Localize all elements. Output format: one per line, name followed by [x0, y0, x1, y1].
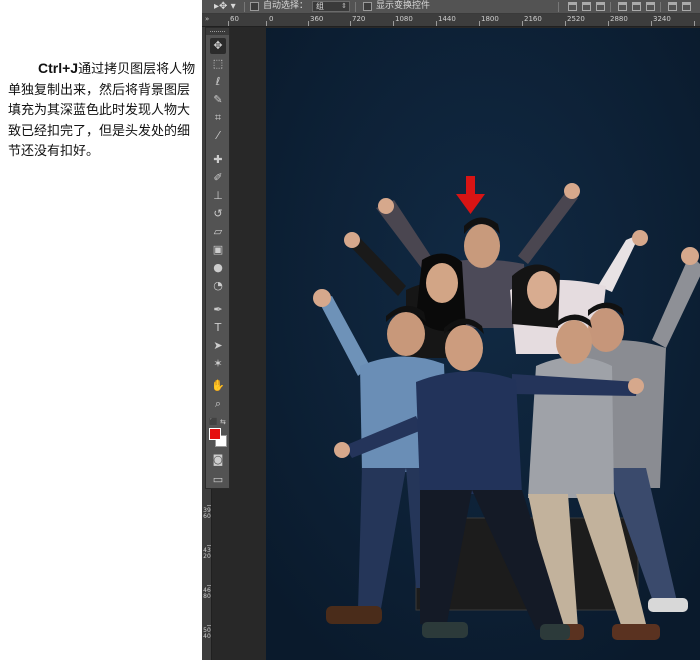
ruler-tick: [308, 21, 309, 26]
ruler-label: 5040: [203, 627, 211, 640]
eyedropper-tool-icon[interactable]: ⁄: [210, 128, 226, 144]
eraser-tool-icon[interactable]: ▱: [210, 224, 226, 240]
ruler-tick: [207, 505, 211, 506]
ruler-label: 2520: [567, 15, 585, 23]
show-transform-checkbox[interactable]: [363, 2, 372, 11]
move-tool-icon[interactable]: ▸✥ ▾: [214, 1, 236, 12]
align-bottom-icon[interactable]: [596, 2, 605, 11]
options-separator: [558, 2, 559, 12]
options-separator: [660, 2, 661, 12]
brush-tool-icon[interactable]: ✐: [210, 170, 226, 186]
photoshop-window: ▸✥ ▾ 自动选择： 组 ⇕ 显示变换控件 » 60 0 360 720 1080…: [202, 0, 700, 660]
ruler-tick: [207, 545, 211, 546]
hand-tool-icon[interactable]: ✋: [210, 378, 226, 394]
marquee-tool-icon[interactable]: ⬚: [210, 56, 226, 72]
move-tool-icon[interactable]: ✥: [210, 38, 226, 54]
ruler-tick: [350, 21, 351, 26]
ruler-tick: [393, 21, 394, 26]
ruler-label: 360: [310, 15, 324, 23]
tools-panel: ✥ ⬚ ℓ ✎ ⌗ ⁄ ✚ ✐ ⊥ ↺ ▱ ▣ ● ◔ ✒ T ➤ ✶ ✋ ⌕ …: [205, 27, 230, 489]
auto-select-value: 组: [316, 2, 324, 11]
path-select-tool-icon[interactable]: ➤: [210, 338, 226, 354]
stamp-tool-icon[interactable]: ⊥: [210, 188, 226, 204]
align-vcenter-icon[interactable]: [582, 2, 591, 11]
ruler-tick: [608, 21, 609, 26]
auto-select-dropdown[interactable]: 组 ⇕: [312, 1, 350, 12]
ruler-label: 720: [352, 15, 366, 23]
lasso-tool-icon[interactable]: ℓ: [210, 74, 226, 90]
type-tool-icon[interactable]: T: [210, 320, 226, 336]
shape-tool-icon[interactable]: ✶: [210, 356, 226, 372]
ruler-tick: [436, 21, 437, 26]
dodge-tool-icon[interactable]: ◔: [210, 278, 226, 294]
ruler-tick: [207, 585, 211, 586]
canvas-area[interactable]: [230, 28, 700, 660]
ruler-label: 3960: [203, 507, 211, 520]
ruler-label: 0: [269, 15, 274, 23]
ruler-label: 60: [230, 15, 239, 23]
options-bar: ▸✥ ▾ 自动选择： 组 ⇕ 显示变换控件: [202, 0, 700, 14]
align-top-icon[interactable]: [568, 2, 577, 11]
panel-collapse-icon[interactable]: »: [205, 15, 209, 23]
zoom-tool-icon[interactable]: ⌕: [210, 396, 226, 412]
tutorial-panel: Ctrl+J通过拷贝图层将人物单独复制出来，然后将背景图层填充为其深蓝色此时发现…: [0, 0, 202, 660]
history-brush-icon[interactable]: ↺: [210, 206, 226, 222]
tutorial-paragraph: Ctrl+J通过拷贝图层将人物单独复制出来，然后将背景图层填充为其深蓝色此时发现…: [8, 58, 200, 163]
ruler-tick: [522, 21, 523, 26]
align-right-icon[interactable]: [646, 2, 655, 11]
ruler-tick: [651, 21, 652, 26]
crop-tool-icon[interactable]: ⌗: [210, 110, 226, 126]
options-separator: [610, 2, 611, 12]
ruler-label: 4320: [203, 547, 211, 560]
default-colors-icon[interactable]: ⬛ ⇆: [209, 418, 226, 426]
align-hcenter-icon[interactable]: [632, 2, 641, 11]
ruler-tick: [266, 21, 267, 26]
distribute-center-icon[interactable]: [682, 2, 691, 11]
foreground-color-swatch[interactable]: [209, 428, 221, 440]
ruler-tick: [479, 21, 480, 26]
blur-tool-icon[interactable]: ●: [210, 260, 226, 276]
panel-grip[interactable]: [206, 28, 229, 35]
options-separator: [355, 2, 356, 12]
ruler-label: 2880: [610, 15, 628, 23]
screen-mode-icon[interactable]: ▭: [210, 472, 226, 488]
auto-select-label: 自动选择：: [263, 1, 309, 11]
ruler-tick: [694, 21, 695, 26]
distribute-top-icon[interactable]: [668, 2, 677, 11]
chevron-updown-icon: ⇕: [341, 2, 347, 10]
ruler-tick: [228, 21, 229, 26]
tutorial-text: 通过拷贝图层将人物单独复制出来，然后将背景图层填充为其深蓝色此时发现人物大致已经…: [8, 62, 196, 159]
ruler-label: 2160: [524, 15, 542, 23]
quick-select-tool-icon[interactable]: ✎: [210, 92, 226, 108]
ruler-label: 1800: [481, 15, 499, 23]
quick-mask-icon[interactable]: ◙: [210, 452, 226, 468]
show-transform-label: 显示变换控件: [376, 1, 431, 11]
ruler-tick: [565, 21, 566, 26]
gradient-tool-icon[interactable]: ▣: [210, 242, 226, 258]
ruler-label: 3240: [653, 15, 671, 23]
document-canvas[interactable]: [266, 28, 700, 660]
options-separator: [244, 2, 245, 12]
pen-tool-icon[interactable]: ✒: [210, 302, 226, 318]
auto-select-checkbox[interactable]: [250, 2, 259, 11]
ruler-label: 1440: [438, 15, 456, 23]
healing-tool-icon[interactable]: ✚: [210, 152, 226, 168]
people-photo: [266, 28, 700, 660]
ruler-label: 4680: [203, 587, 211, 600]
tutorial-shortcut: Ctrl+J: [38, 60, 79, 76]
horizontal-ruler[interactable]: » 60 0 360 720 1080 1440 1800 2160 2520 …: [202, 14, 700, 27]
align-left-icon[interactable]: [618, 2, 627, 11]
ruler-tick: [207, 625, 211, 626]
ruler-label: 1080: [395, 15, 413, 23]
